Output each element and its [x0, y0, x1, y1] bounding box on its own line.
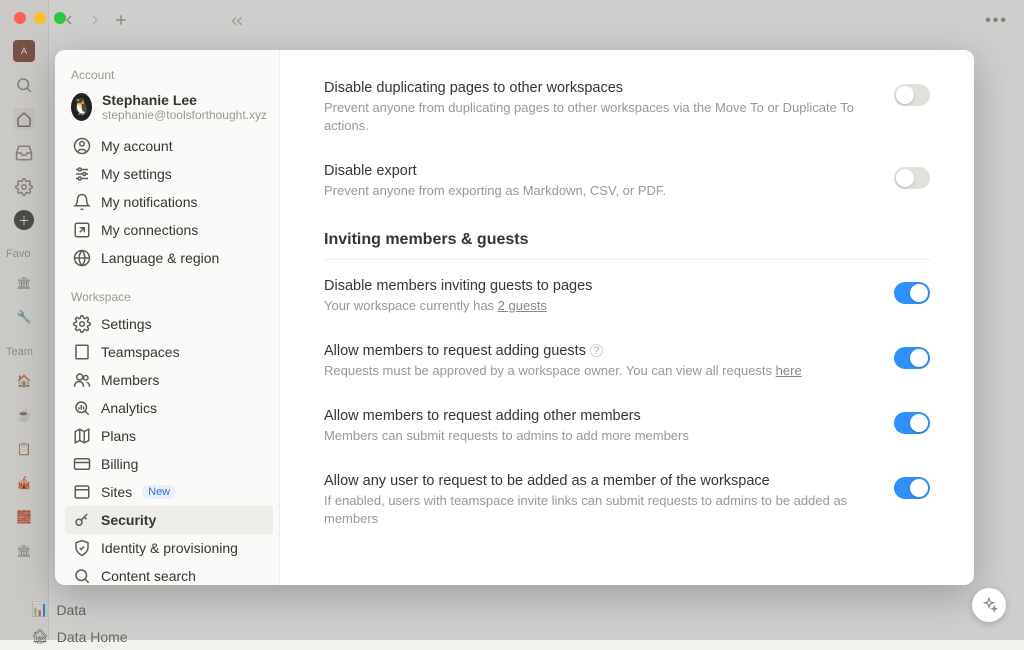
sparkle-icon [980, 596, 998, 614]
building-icon [73, 343, 91, 361]
search-icon [73, 567, 91, 585]
ai-sparkle-button[interactable] [972, 588, 1006, 622]
sidebar-item-members[interactable]: Members [65, 366, 273, 394]
browser-icon [73, 483, 91, 501]
requests-here-link[interactable]: here [776, 363, 802, 378]
avatar: 🐧 [71, 93, 92, 121]
sidebar-item-plans[interactable]: Plans [65, 422, 273, 450]
setting-desc: If enabled, users with teamspace invite … [324, 492, 864, 528]
window-minimize-icon[interactable] [34, 12, 46, 24]
profile-block[interactable]: 🐧 Stephanie Lee stephanie@toolsforthough… [65, 88, 273, 132]
sidebar-item-settings[interactable]: Settings [65, 310, 273, 338]
setting-desc: Prevent anyone from duplicating pages to… [324, 99, 864, 135]
setting-desc: Members can submit requests to admins to… [324, 427, 864, 445]
sidebar-item-billing[interactable]: Billing [65, 450, 273, 478]
sidebar-item-my-connections[interactable]: My connections [65, 216, 273, 244]
setting-allow-any-user-request: Allow any user to request to be added as… [324, 459, 930, 542]
sidebar-item-sites[interactable]: SitesNew [65, 478, 273, 506]
settings-sidebar: Account 🐧 Stephanie Lee stephanie@toolsf… [55, 50, 280, 585]
window-controls[interactable] [14, 12, 66, 24]
window-zoom-icon[interactable] [54, 12, 66, 24]
profile-email: stephanie@toolsforthought.xyz [102, 108, 267, 122]
setting-title: Allow members to request adding guests? [324, 343, 864, 359]
gear-icon [73, 315, 91, 333]
new-badge: New [142, 485, 176, 499]
people-icon [73, 371, 91, 389]
arrow-up-right-square-icon [73, 221, 91, 239]
sidebar-item-teamspaces[interactable]: Teamspaces [65, 338, 273, 366]
setting-desc: Prevent anyone from exporting as Markdow… [324, 182, 864, 200]
sidebar-item-analytics[interactable]: Analytics [65, 394, 273, 422]
toggle-allow-request-members[interactable] [894, 412, 930, 434]
setting-disable-duplicating: Disable duplicating pages to other works… [324, 66, 930, 149]
setting-title: Disable members inviting guests to pages [324, 278, 864, 294]
help-icon[interactable]: ? [590, 344, 603, 357]
section-heading-inviting: Inviting members & guests [324, 231, 930, 260]
shield-check-icon [73, 539, 91, 557]
sidebar-item-content-search[interactable]: Content search [65, 562, 273, 585]
section-label-account: Account [65, 64, 273, 88]
sidebar-item-security[interactable]: Security [65, 506, 273, 534]
settings-modal: Account 🐧 Stephanie Lee stephanie@toolsf… [55, 50, 974, 585]
setting-desc: Your workspace currently has 2 guests [324, 297, 864, 315]
sidebar-item-my-settings[interactable]: My settings [65, 160, 273, 188]
sidebar-item-my-account[interactable]: My account [65, 132, 273, 160]
setting-allow-request-guests: Allow members to request adding guests? … [324, 329, 930, 394]
toggle-allow-any-user-request[interactable] [894, 477, 930, 499]
toggle-disable-export[interactable] [894, 167, 930, 189]
setting-title: Disable duplicating pages to other works… [324, 80, 864, 96]
credit-card-icon [73, 455, 91, 473]
key-icon [73, 511, 91, 529]
setting-disable-invite-guests: Disable members inviting guests to pages… [324, 264, 930, 329]
map-icon [73, 427, 91, 445]
settings-panel: Disable duplicating pages to other works… [280, 50, 974, 585]
setting-title: Disable export [324, 163, 864, 179]
sidebar-item-my-notifications[interactable]: My notifications [65, 188, 273, 216]
toggle-disable-duplicating[interactable] [894, 84, 930, 106]
sidebar-item-language-region[interactable]: Language & region [65, 244, 273, 272]
setting-title: Allow members to request adding other me… [324, 408, 864, 424]
toggle-allow-request-guests[interactable] [894, 347, 930, 369]
sliders-icon [73, 165, 91, 183]
setting-title: Allow any user to request to be added as… [324, 473, 864, 489]
globe-icon [73, 249, 91, 267]
guests-count-link[interactable]: 2 guests [498, 298, 547, 313]
setting-desc: Requests must be approved by a workspace… [324, 362, 864, 380]
window-close-icon[interactable] [14, 12, 26, 24]
toggle-disable-invite-guests[interactable] [894, 282, 930, 304]
bell-icon [73, 193, 91, 211]
setting-allow-request-members: Allow members to request adding other me… [324, 394, 930, 459]
chart-icon [73, 399, 91, 417]
profile-name: Stephanie Lee [102, 92, 267, 108]
setting-disable-export: Disable export Prevent anyone from expor… [324, 149, 930, 214]
user-circle-icon [73, 137, 91, 155]
sidebar-item-identity-provisioning[interactable]: Identity & provisioning [65, 534, 273, 562]
section-label-workspace: Workspace [65, 286, 273, 310]
